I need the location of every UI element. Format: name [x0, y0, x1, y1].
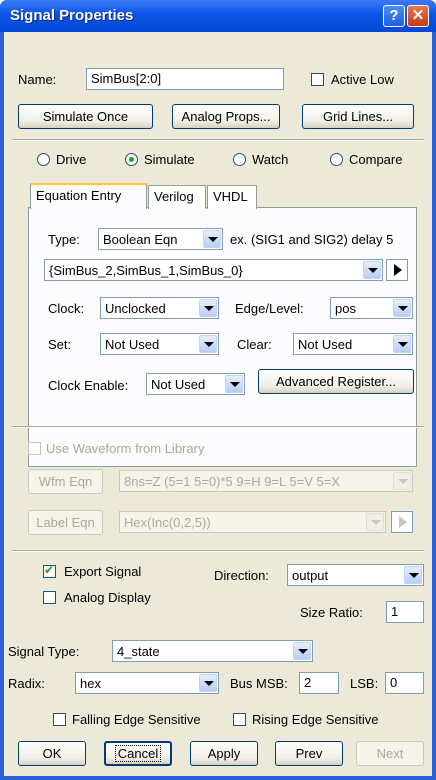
signal-type-value: 4_state	[117, 644, 160, 659]
falling-edge-checkbox[interactable]	[53, 713, 66, 726]
simulate-once-button[interactable]: Simulate Once	[18, 104, 153, 129]
drive-radio[interactable]	[37, 153, 50, 166]
type-label: Type:	[48, 232, 80, 247]
dialog-body: Name: SimBus[2:0] Active Low Simulate On…	[4, 32, 432, 776]
falling-edge-label: Falling Edge Sensitive	[72, 712, 201, 727]
title-bar[interactable]: Signal Properties ? ✕	[0, 0, 436, 32]
bus-msb-input[interactable]: 2	[299, 672, 339, 694]
chevron-down-icon	[203, 230, 221, 248]
set-value: Not Used	[105, 337, 160, 352]
wfm-eqn-button[interactable]: Wfm Eqn	[28, 469, 103, 494]
edge-level-select[interactable]: pos	[330, 297, 413, 319]
clear-select[interactable]: Not Used	[293, 333, 413, 355]
chevron-down-icon	[393, 299, 411, 317]
rising-edge-checkbox[interactable]	[233, 713, 246, 726]
name-label: Name:	[18, 72, 57, 87]
use-waveform-label: Use Waveform from Library	[46, 441, 205, 456]
clear-label: Clear:	[237, 337, 272, 352]
compare-radio[interactable]	[330, 153, 343, 166]
example-text: ex. (SIG1 and SIG2) delay 5	[230, 232, 394, 247]
radix-label: Radix:	[8, 676, 45, 691]
analog-display-label: Analog Display	[64, 590, 151, 605]
signal-type-label: Signal Type:	[8, 644, 80, 659]
lsb-input[interactable]: 0	[385, 672, 424, 694]
edge-level-label: Edge/Level:	[235, 301, 304, 316]
play-icon[interactable]	[386, 259, 408, 281]
chevron-down-icon	[393, 335, 411, 353]
simulate-label: Simulate	[144, 152, 195, 167]
clear-value: Not Used	[298, 337, 353, 352]
watch-radio[interactable]	[233, 153, 246, 166]
window-title: Signal Properties	[10, 7, 134, 24]
close-button[interactable]: ✕	[407, 5, 429, 27]
direction-label: Direction:	[214, 568, 269, 583]
chevron-down-icon	[366, 513, 384, 531]
lsb-label: LSB:	[350, 676, 379, 691]
clock-value: Unclocked	[105, 301, 166, 316]
grid-lines-button[interactable]: Grid Lines...	[302, 104, 414, 129]
chevron-down-icon	[199, 299, 217, 317]
active-low-checkbox[interactable]	[311, 73, 324, 86]
ok-button[interactable]: OK	[18, 741, 86, 766]
apply-button[interactable]: Apply	[190, 741, 258, 766]
wfm-eqn-select[interactable]: 8ns=Z (5=1 5=0)*5 9=H 9=L 5=V 5=X	[119, 470, 413, 492]
label-eqn-value: Hex(Inc(0,2,5))	[124, 515, 211, 530]
separator	[12, 550, 424, 552]
drive-label: Drive	[56, 152, 87, 167]
rising-edge-label: Rising Edge Sensitive	[252, 712, 379, 727]
size-ratio-input[interactable]: 1	[386, 601, 424, 623]
chevron-down-icon	[293, 642, 311, 660]
clock-enable-value: Not Used	[151, 377, 206, 392]
radix-value: hex	[80, 676, 101, 691]
label-eqn-select[interactable]: Hex(Inc(0,2,5))	[119, 511, 386, 533]
cancel-label: Cancel	[114, 745, 162, 762]
help-button[interactable]: ?	[383, 5, 405, 27]
direction-value: output	[292, 568, 329, 583]
set-select[interactable]: Not Used	[100, 333, 219, 355]
label-eqn-button[interactable]: Label Eqn	[28, 510, 103, 535]
direction-select[interactable]: output	[287, 564, 424, 586]
chevron-down-icon	[363, 261, 381, 279]
wfm-eqn-value: 8ns=Z (5=1 5=0)*5 9=H 9=L 5=V 5=X	[124, 474, 340, 489]
tab-equation-entry[interactable]: Equation Entry	[30, 183, 147, 209]
radix-select[interactable]: hex	[75, 672, 219, 694]
clock-enable-select[interactable]: Not Used	[146, 373, 245, 395]
analog-props-button[interactable]: Analog Props...	[172, 104, 280, 129]
expression-value: {SimBus_2,SimBus_1,SimBus_0}	[49, 263, 243, 278]
export-signal-label: Export Signal	[64, 564, 142, 579]
advanced-register-button[interactable]: Advanced Register...	[258, 369, 414, 394]
edge-level-value: pos	[335, 301, 356, 316]
chevron-down-icon	[199, 674, 217, 692]
analog-display-checkbox[interactable]	[43, 591, 56, 604]
type-value: Boolean Eqn	[103, 232, 178, 247]
tab-vhdl[interactable]: VHDL	[207, 185, 257, 209]
compare-label: Compare	[349, 152, 403, 167]
active-low-label: Active Low	[331, 72, 394, 87]
clock-select[interactable]: Unclocked	[100, 297, 219, 319]
chevron-down-icon	[393, 472, 411, 490]
separator	[12, 426, 424, 428]
export-signal-checkbox[interactable]	[43, 563, 56, 578]
chevron-down-icon	[404, 566, 422, 584]
tab-verilog[interactable]: Verilog	[148, 185, 206, 209]
play-icon[interactable]	[391, 511, 413, 533]
use-waveform-checkbox[interactable]	[28, 442, 41, 455]
next-button[interactable]: Next	[356, 741, 424, 766]
name-input[interactable]: SimBus[2:0]	[86, 68, 284, 90]
chevron-down-icon	[225, 375, 243, 393]
chevron-down-icon	[199, 335, 217, 353]
clock-enable-label: Clock Enable:	[48, 378, 129, 393]
clock-label: Clock:	[48, 301, 85, 316]
set-label: Set:	[48, 337, 72, 352]
separator	[12, 139, 424, 141]
expression-select[interactable]: {SimBus_2,SimBus_1,SimBus_0}	[44, 259, 383, 281]
signal-type-select[interactable]: 4_state	[112, 640, 313, 662]
type-select[interactable]: Boolean Eqn	[98, 228, 223, 250]
size-ratio-label: Size Ratio:	[300, 605, 363, 620]
cancel-button[interactable]: Cancel	[104, 741, 172, 766]
bus-msb-label: Bus MSB:	[230, 676, 288, 691]
simulate-radio[interactable]	[125, 153, 138, 166]
watch-label: Watch	[252, 152, 289, 167]
prev-button[interactable]: Prev	[275, 741, 343, 766]
